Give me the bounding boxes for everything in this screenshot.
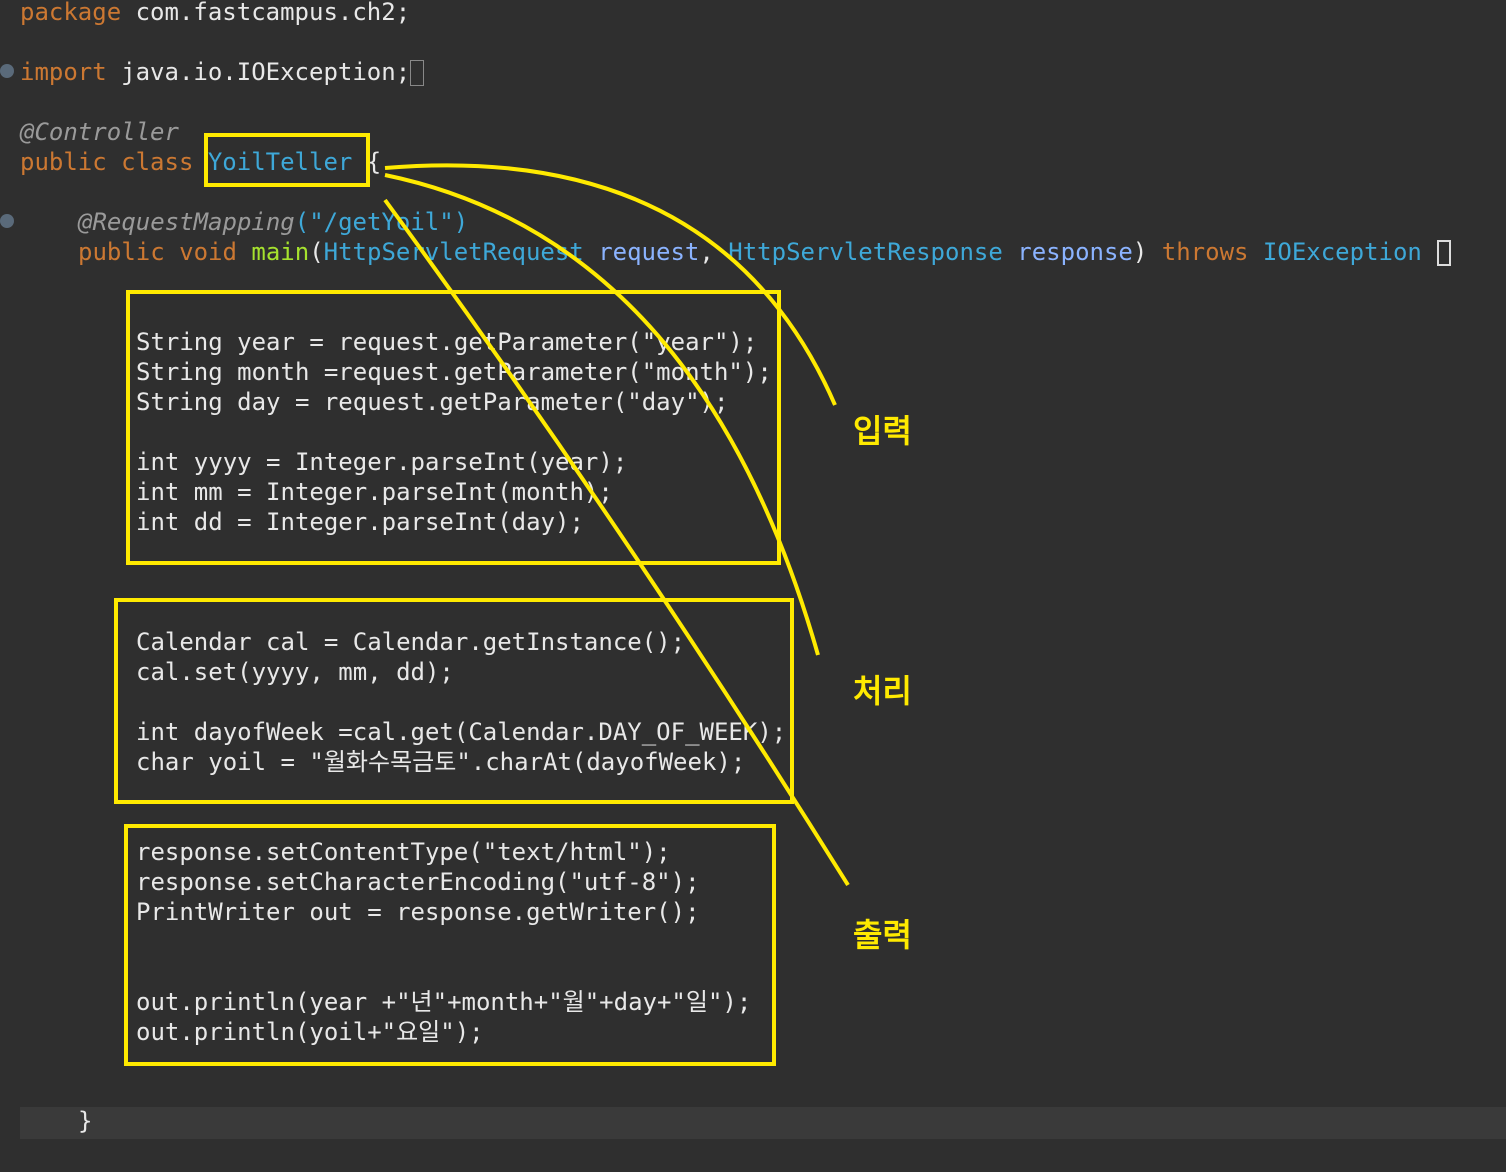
- method-closing-brace[interactable]: }: [78, 1106, 92, 1136]
- controller-annotation[interactable]: @Controller: [20, 117, 179, 147]
- output-section-box: [124, 824, 776, 1066]
- request-mapping-annotation[interactable]: @RequestMapping("/getYoil"): [78, 207, 468, 237]
- process-label: 처리: [853, 672, 912, 710]
- input-label: 입력: [853, 412, 912, 450]
- folded-imports-indicator[interactable]: [410, 60, 424, 86]
- output-label: 출력: [853, 916, 912, 954]
- method-signature[interactable]: public void main(HttpServletRequest requ…: [78, 237, 1422, 267]
- brace-match-indicator: [1437, 240, 1451, 266]
- collapse-fold-icon[interactable]: [0, 214, 14, 228]
- input-section-box: [126, 290, 781, 565]
- expand-fold-icon[interactable]: [0, 64, 14, 78]
- process-section-box: [114, 598, 794, 804]
- class-name-highlight-box: [204, 133, 370, 187]
- package-line[interactable]: package com.fastcampus.ch2;: [20, 0, 410, 27]
- current-line-highlight: [20, 1107, 1506, 1139]
- import-line[interactable]: import java.io.IOException;: [20, 57, 410, 87]
